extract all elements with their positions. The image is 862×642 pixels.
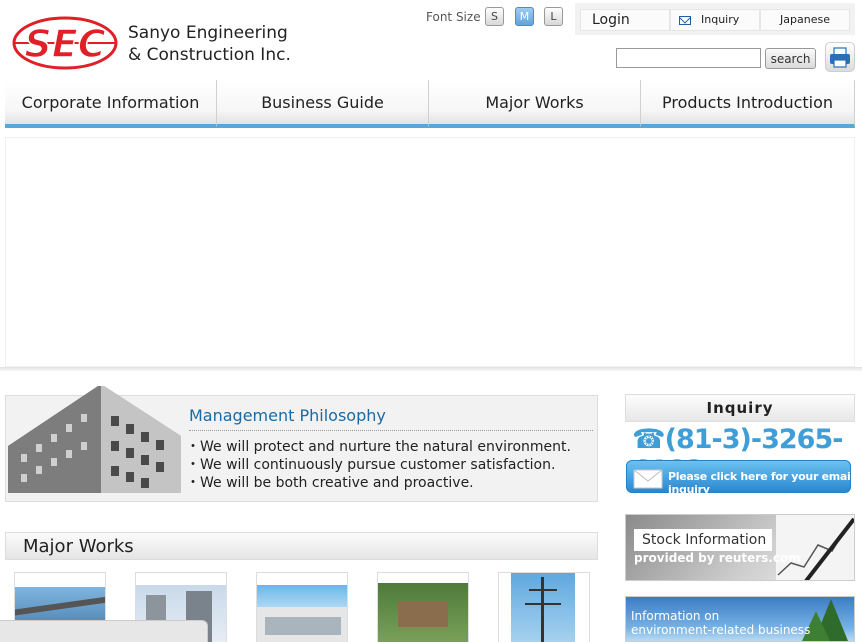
japanese-link[interactable]: Japanese (760, 9, 850, 31)
philosophy-item: ・We will protect and nurture the natural… (186, 439, 571, 455)
company-name-line2: & Construction Inc. (128, 45, 291, 65)
main-nav: Corporate Information Business Guide Maj… (5, 80, 855, 128)
philosophy-title: Management Philosophy (189, 406, 386, 425)
font-size-medium-button[interactable]: M (515, 7, 534, 26)
work-thumbnail[interactable] (498, 572, 590, 642)
inquiry-link-label: Inquiry (701, 13, 740, 26)
company-name: Sanyo Engineering & Construction Inc. (128, 22, 291, 66)
inquiry-panel-title: Inquiry (625, 394, 855, 422)
status-bar (0, 620, 208, 642)
search-button[interactable]: search (765, 48, 816, 69)
print-button[interactable] (825, 42, 855, 72)
login-link[interactable]: Login (580, 9, 670, 31)
work-thumbnail[interactable] (256, 572, 348, 642)
environment-label-line1: Information on (631, 609, 720, 623)
major-works-header: Major Works (5, 532, 598, 560)
logo-text: SEC (24, 22, 105, 66)
font-size-small-button[interactable]: S (485, 7, 504, 26)
nav-item-products-introduction[interactable]: Products Introduction (641, 80, 855, 128)
nav-item-major-works[interactable]: Major Works (429, 80, 641, 128)
company-name-line1: Sanyo Engineering (128, 23, 288, 43)
font-size-label: Font Size (426, 10, 481, 24)
stock-information-source: provided by reuters.com (634, 551, 801, 565)
company-logo[interactable]: SEC (12, 16, 118, 70)
font-size-large-button[interactable]: L (544, 7, 563, 26)
environment-label-line2: environment-related business (631, 623, 811, 637)
hero-banner (5, 137, 855, 367)
top-links-bar: Login Inquiry Japanese (575, 3, 855, 35)
banner-divider (0, 367, 862, 371)
nav-item-corporate-information[interactable]: Corporate Information (5, 80, 217, 128)
major-works-title: Major Works (23, 536, 134, 557)
envelope-icon (633, 469, 663, 489)
philosophy-divider (189, 430, 593, 431)
environment-business-label: Information on environment-related busin… (631, 609, 810, 637)
stock-information-title: Stock Information (634, 529, 772, 551)
philosophy-item: ・We will be both creative and proactive. (186, 475, 474, 491)
printer-icon (830, 47, 850, 68)
nav-item-business-guide[interactable]: Business Guide (217, 80, 429, 128)
mail-icon (679, 16, 691, 25)
search-input[interactable] (616, 48, 761, 68)
email-inquiry-label: Please click here for your email inquiry (668, 470, 854, 496)
inquiry-link[interactable]: Inquiry (670, 9, 760, 31)
philosophy-item: ・We will continuously pursue customer sa… (186, 457, 556, 473)
building-image (8, 386, 181, 493)
work-thumbnail[interactable] (377, 572, 469, 642)
